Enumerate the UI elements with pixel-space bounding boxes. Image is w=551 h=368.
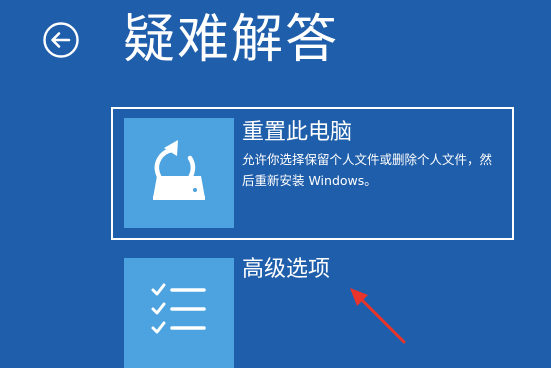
troubleshoot-screen: 疑难解答 重置此电脑 允许你选择保留个人文件或删除个人文件，然后重新安装 Win…: [0, 0, 551, 368]
reset-this-pc-title: 重置此电脑: [242, 120, 353, 145]
back-arrow-icon: [43, 22, 79, 58]
reset-this-pc-description: 允许你选择保留个人文件或删除个人文件，然后重新安装 Windows。: [242, 152, 493, 188]
advanced-options-title: 高级选项: [242, 257, 331, 282]
back-button[interactable]: [42, 21, 80, 59]
reset-this-pc-option[interactable]: 重置此电脑 允许你选择保留个人文件或删除个人文件，然后重新安装 Windows。: [111, 107, 514, 240]
page-title: 疑难解答: [123, 10, 340, 70]
checklist-icon: [151, 283, 206, 334]
advanced-options-tile: [124, 258, 234, 368]
reset-pc-icon: [153, 140, 205, 200]
reset-pc-tile: [124, 118, 234, 228]
advanced-options-option[interactable]: 高级选项: [111, 250, 514, 368]
